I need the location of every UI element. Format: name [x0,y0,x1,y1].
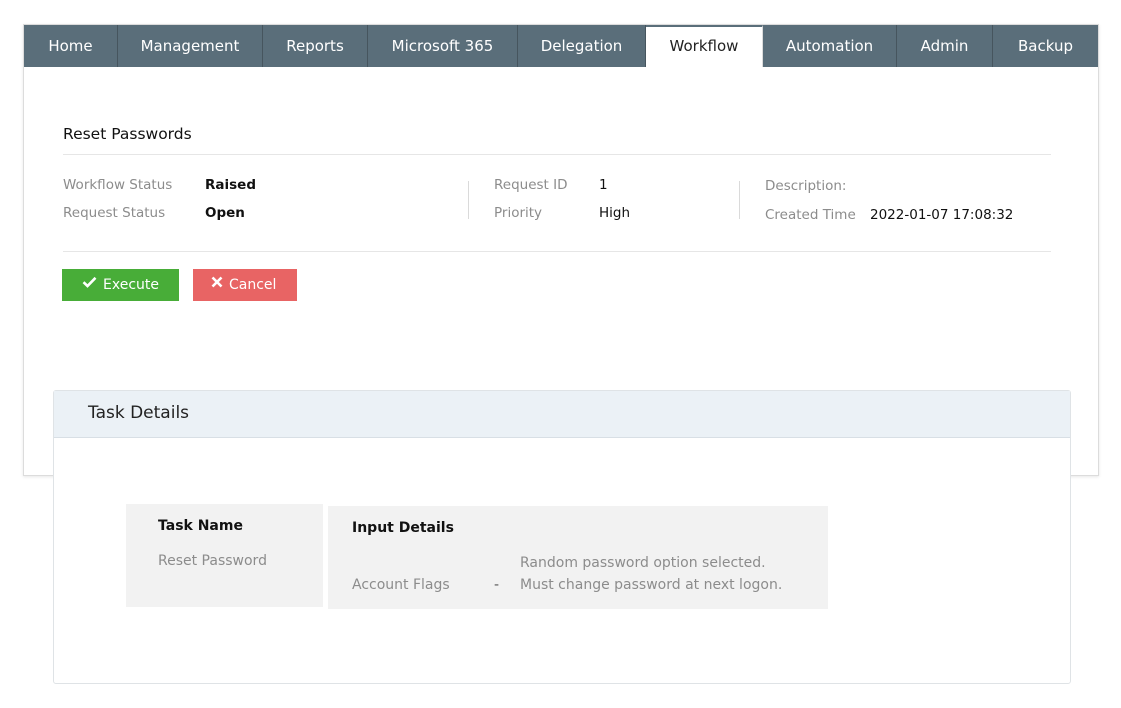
task-details-header: Task Details [54,391,1070,438]
title-divider [63,154,1051,155]
column-divider [739,181,740,219]
priority-value: High [599,205,631,221]
tab-automation[interactable]: Automation [763,25,897,67]
checkmark-icon [82,268,97,300]
task-name-value: Reset Password [158,553,267,569]
tab-reports[interactable]: Reports [263,25,368,67]
flag-line: Must change password at next logon. [520,577,783,593]
tab-workflow[interactable]: Workflow [646,25,763,67]
separator-dash: - [494,577,500,593]
account-flags-label: Account Flags [352,577,450,593]
tab-home[interactable]: Home [24,25,118,67]
created-time-label: Created Time [765,207,856,223]
tab-microsoft-365[interactable]: Microsoft 365 [368,25,518,67]
priority-label: Priority [494,205,543,221]
task-name-box: Task Name Reset Password [126,504,323,607]
input-details-header: Input Details [352,520,454,536]
main-nav-tabs: Home Management Reports Microsoft 365 De… [24,25,1098,67]
request-status-value: Open [205,205,245,221]
workflow-status-label: Workflow Status [63,177,173,193]
description-label: Description: [765,178,847,194]
task-details-title: Task Details [88,403,190,423]
tab-backup[interactable]: Backup [993,25,1098,67]
tab-admin[interactable]: Admin [897,25,993,67]
execute-button[interactable]: Execute [62,269,179,301]
task-name-header: Task Name [158,518,243,534]
execute-label: Execute [103,277,159,293]
details-divider [63,251,1051,252]
input-details-box: Input Details Random password option sel… [328,506,828,609]
cancel-button[interactable]: Cancel [193,269,297,301]
tab-management[interactable]: Management [118,25,263,67]
task-details-panel: Task Details Task Name Reset Password In… [53,390,1071,684]
workflow-status-value: Raised [205,177,256,193]
request-title: Reset Passwords [63,125,192,143]
tab-delegation[interactable]: Delegation [518,25,646,67]
created-time-value: 2022-01-07 17:08:32 [870,207,1014,223]
request-id-label: Request ID [494,177,568,193]
flag-line: Random password option selected. [520,555,766,571]
column-divider [468,181,469,219]
request-status-label: Request Status [63,205,166,221]
cancel-label: Cancel [229,277,277,293]
request-id-value: 1 [599,177,608,193]
close-icon [211,268,223,300]
